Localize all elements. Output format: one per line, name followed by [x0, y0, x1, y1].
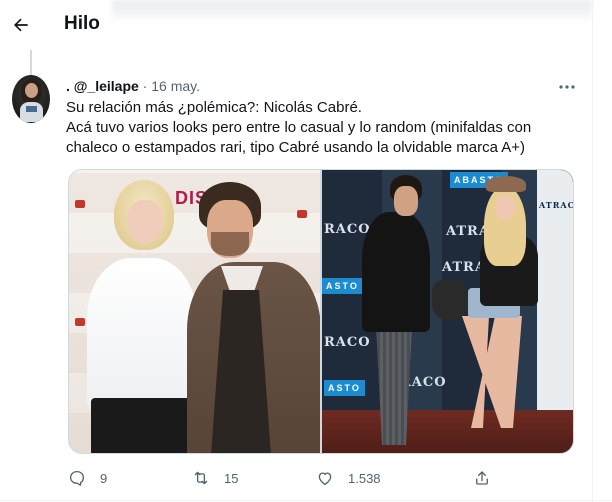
- like-count: 1.538: [348, 470, 381, 486]
- backdrop-text: ATRACO: [539, 200, 573, 210]
- tweet-media-grid: DIS RACO ATRAC ABASTO ASTO RACO ATRACO R…: [68, 169, 574, 454]
- tweet-text-line: Su relación más ¿polémica?: Nicolás Cabr…: [66, 99, 362, 116]
- share-icon: [476, 471, 488, 485]
- tweet-date[interactable]: 16 may.: [151, 78, 200, 94]
- backdrop-text: ASTO: [324, 380, 365, 396]
- retweet-count: 15: [224, 470, 239, 486]
- tweet-text-line: Acá tuvo varios looks pero entre lo casu…: [66, 119, 532, 136]
- share-button[interactable]: [473, 467, 491, 489]
- reply-count: 9: [100, 470, 108, 486]
- like-button[interactable]: 1.538: [316, 467, 381, 489]
- more-options-button[interactable]: [556, 80, 578, 94]
- thread-connector-line: [30, 50, 32, 76]
- tweet-text: Su relación más ¿polémica?: Nicolás Cabr…: [66, 98, 576, 158]
- arrow-left-icon: [14, 18, 28, 32]
- avatar[interactable]: [12, 75, 50, 123]
- retweet-icon: [194, 471, 208, 485]
- reply-button[interactable]: 9: [68, 467, 107, 489]
- thread-page: Hilo . @_leilape · 16 may. Su relación m…: [0, 0, 612, 502]
- backdrop-text: ASTO: [322, 278, 363, 294]
- tweet-text-line: chaleco o estampados rari, tipo Cabré us…: [66, 139, 526, 156]
- retweet-button[interactable]: 15: [192, 467, 238, 489]
- header-blurred-area: [112, 0, 592, 22]
- more-dots-icon: [559, 85, 575, 89]
- tweet-actions: 9 15 1.538: [68, 467, 568, 491]
- page-title: Hilo: [64, 13, 100, 34]
- back-button[interactable]: [6, 10, 36, 40]
- backdrop-text: RACO: [324, 222, 371, 237]
- meta-separator: ·: [138, 78, 152, 94]
- author-name[interactable]: . @_leilape: [66, 78, 139, 94]
- reply-icon: [69, 470, 85, 486]
- divider: [0, 500, 612, 501]
- column-border: [592, 0, 593, 502]
- backdrop-text: RACO: [324, 335, 371, 350]
- media-photo-1[interactable]: DIS: [69, 170, 320, 453]
- tweet-meta: . @_leilape · 16 may.: [66, 78, 200, 94]
- media-photo-2[interactable]: RACO ATRAC ABASTO ASTO RACO ATRACO RACO …: [322, 170, 573, 453]
- thread-header: Hilo: [0, 0, 612, 52]
- heart-icon: [318, 472, 332, 486]
